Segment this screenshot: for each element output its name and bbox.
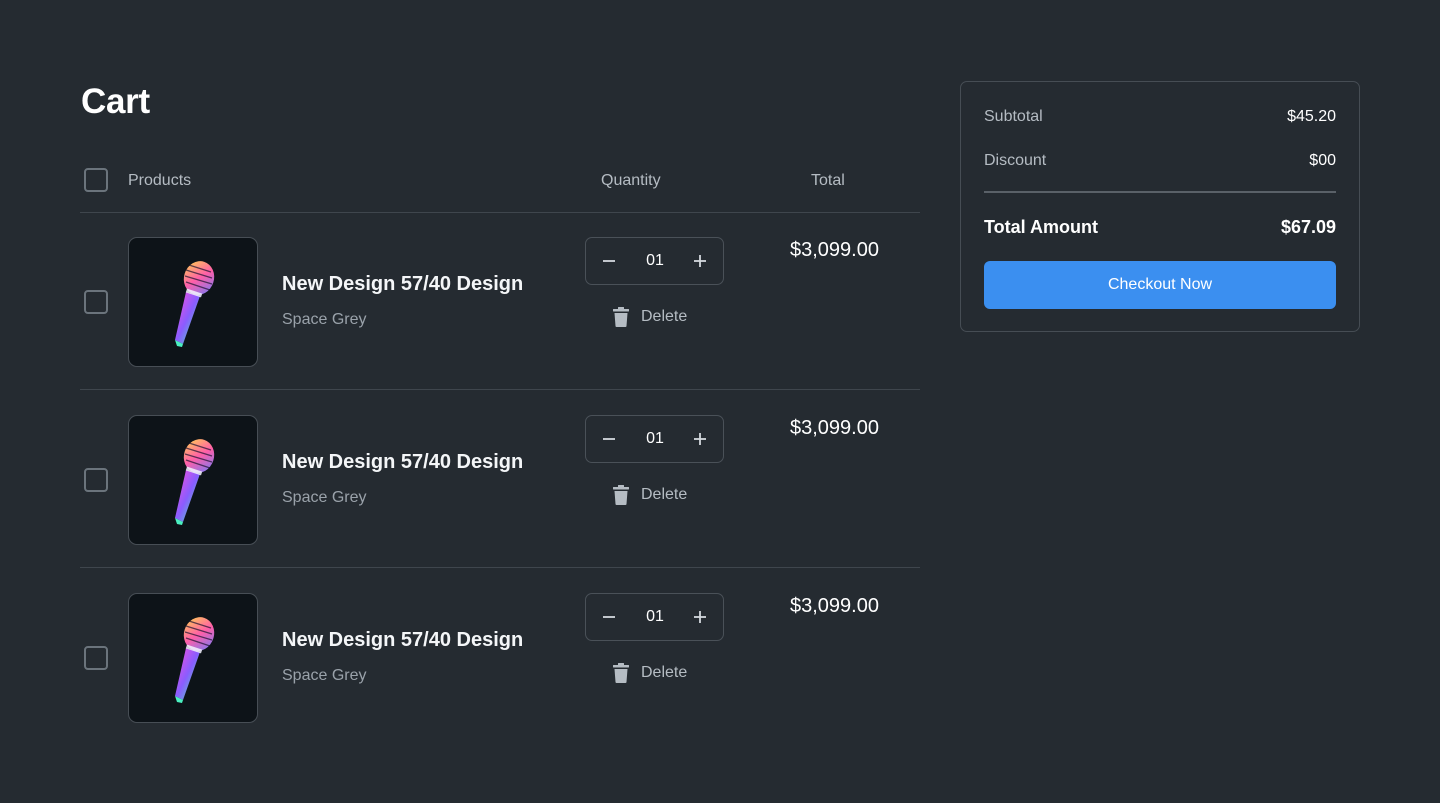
trash-icon xyxy=(613,307,629,327)
delete-item-button[interactable]: Delete xyxy=(613,305,687,329)
cart-item: New Design 57/40 Design Space Grey 01 De… xyxy=(80,593,920,723)
microphone-icon xyxy=(175,261,215,347)
total-amount-row: Total Amount $67.09 xyxy=(984,217,1336,238)
product-image xyxy=(128,415,258,545)
quantity-stepper: 01 xyxy=(585,237,724,285)
delete-label: Delete xyxy=(641,308,688,325)
row-divider xyxy=(80,567,920,568)
cart-page: Cart Products Quantity Total New Design … xyxy=(0,0,1440,803)
order-summary-card: Subtotal $45.20 Discount $00 Total Amoun… xyxy=(960,81,1360,332)
delete-label: Delete xyxy=(641,664,688,681)
column-header-products: Products xyxy=(128,172,192,189)
minus-icon xyxy=(603,616,615,618)
page-title: Cart xyxy=(81,82,150,121)
product-name: New Design 57/40 Design xyxy=(282,629,524,651)
delete-label: Delete xyxy=(641,486,688,503)
column-header-quantity: Quantity xyxy=(601,172,661,189)
product-variant: Space Grey xyxy=(282,489,367,506)
product-variant: Space Grey xyxy=(282,667,367,684)
table-divider xyxy=(80,212,920,213)
quantity-stepper: 01 xyxy=(585,593,724,641)
plus-icon xyxy=(694,611,706,623)
quantity-value: 01 xyxy=(646,430,664,447)
plus-icon xyxy=(694,255,706,267)
checkout-now-button[interactable]: Checkout Now xyxy=(984,261,1336,309)
item-total: $3,099.00 xyxy=(790,417,879,439)
quantity-value: 01 xyxy=(646,608,664,625)
cart-table-header: Products Quantity Total xyxy=(80,160,920,212)
increase-quantity-button[interactable] xyxy=(686,247,714,275)
subtotal-value: $45.20 xyxy=(1287,108,1336,125)
trash-icon xyxy=(613,485,629,505)
increase-quantity-button[interactable] xyxy=(686,603,714,631)
product-name: New Design 57/40 Design xyxy=(282,273,524,295)
row-divider xyxy=(80,389,920,390)
discount-row: Discount $00 xyxy=(984,152,1336,170)
item-total: $3,099.00 xyxy=(790,239,879,261)
decrease-quantity-button[interactable] xyxy=(595,603,623,631)
cart-item: New Design 57/40 Design Space Grey 01 De… xyxy=(80,415,920,545)
decrease-quantity-button[interactable] xyxy=(595,247,623,275)
column-header-total: Total xyxy=(811,172,845,189)
item-checkbox[interactable] xyxy=(84,290,108,314)
subtotal-label: Subtotal xyxy=(984,108,1043,125)
summary-divider xyxy=(984,191,1336,193)
delete-item-button[interactable]: Delete xyxy=(613,483,687,507)
product-name: New Design 57/40 Design xyxy=(282,451,524,473)
delete-item-button[interactable]: Delete xyxy=(613,661,687,685)
product-image xyxy=(128,237,258,367)
quantity-stepper: 01 xyxy=(585,415,724,463)
item-total: $3,099.00 xyxy=(790,595,879,617)
microphone-icon xyxy=(175,617,215,703)
subtotal-row: Subtotal $45.20 xyxy=(984,108,1336,126)
item-checkbox[interactable] xyxy=(84,468,108,492)
select-all-checkbox[interactable] xyxy=(84,168,108,192)
total-amount-label: Total Amount xyxy=(984,217,1098,237)
increase-quantity-button[interactable] xyxy=(686,425,714,453)
plus-icon xyxy=(694,433,706,445)
discount-value: $00 xyxy=(1309,152,1336,169)
item-checkbox[interactable] xyxy=(84,646,108,670)
quantity-value: 01 xyxy=(646,252,664,269)
microphone-icon xyxy=(175,439,215,525)
minus-icon xyxy=(603,260,615,262)
product-variant: Space Grey xyxy=(282,311,367,328)
cart-item: New Design 57/40 Design Space Grey 01 De… xyxy=(80,237,920,367)
trash-icon xyxy=(613,663,629,683)
discount-label: Discount xyxy=(984,152,1047,169)
total-amount-value: $67.09 xyxy=(1280,217,1336,237)
decrease-quantity-button[interactable] xyxy=(595,425,623,453)
product-image xyxy=(128,593,258,723)
minus-icon xyxy=(603,438,615,440)
